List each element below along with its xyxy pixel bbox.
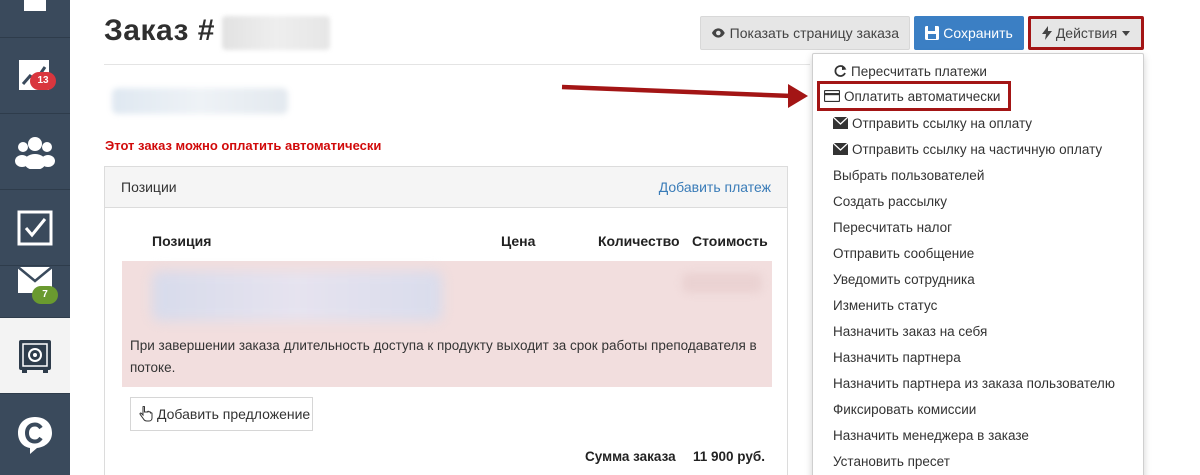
messages-badge: 7	[32, 286, 58, 304]
row-warning-note: При завершении заказа длительность досту…	[130, 338, 757, 375]
order-sum-label: Сумма заказа	[585, 449, 676, 464]
menu-item-set-preset[interactable]: Установить пресет	[833, 448, 950, 474]
menu-item-send-partial-payment-link[interactable]: Отправить ссылку на частичную оплату	[833, 136, 1102, 162]
menu-item-assign-partner[interactable]: Назначить партнера	[833, 344, 961, 370]
table-row: При завершении заказа длительность досту…	[122, 261, 772, 387]
actions-dropdown-menu: Пересчитать платежи Оплатить автоматичес…	[812, 53, 1144, 475]
column-header-cost: Стоимость	[692, 233, 768, 249]
sidebar-item-users[interactable]	[0, 114, 70, 190]
customer-info-redacted	[112, 88, 288, 114]
show-order-page-label: Показать страницу заказа	[729, 25, 899, 41]
positions-panel: Позиции Добавить платеж Позиция Цена Кол…	[104, 166, 788, 475]
panel-header: Позиции Добавить платеж	[105, 167, 787, 208]
order-number-redacted	[222, 16, 330, 50]
credit-card-icon	[824, 90, 840, 102]
menu-item-label: Отправить ссылку на частичную оплату	[852, 141, 1103, 157]
checkbox-icon	[17, 210, 53, 245]
sidebar-item-logo[interactable]	[0, 394, 70, 475]
menu-item-change-status[interactable]: Изменить статус	[833, 292, 937, 318]
save-button[interactable]: Сохранить	[914, 16, 1024, 50]
order-sum-value: 11 900 руб.	[693, 449, 765, 464]
actions-label: Действия	[1055, 25, 1118, 41]
menu-item-label: Оплатить автоматически	[844, 88, 1001, 104]
sidebar-item-documents[interactable]	[0, 0, 70, 38]
sidebar-item-reports[interactable]: 13	[0, 38, 70, 114]
add-payment-link[interactable]: Добавить платеж	[659, 179, 771, 195]
column-header-quantity: Количество	[598, 233, 680, 249]
floppy-disk-icon	[925, 26, 940, 40]
menu-item-pay-automatically[interactable]: Оплатить автоматически	[817, 81, 1012, 111]
header-divider	[104, 64, 810, 65]
position-cost-redacted	[682, 273, 762, 293]
document-icon	[24, 0, 46, 11]
menu-item-label: Пересчитать платежи	[851, 63, 987, 79]
hand-pointer-icon	[139, 406, 153, 422]
menu-item-send-message[interactable]: Отправить сообщение	[833, 240, 974, 266]
column-header-price: Цена	[501, 233, 536, 249]
menu-item-label: Отправить ссылку на оплату	[852, 115, 1033, 131]
sidebar-item-orders[interactable]	[0, 318, 70, 394]
reports-badge: 13	[30, 72, 56, 90]
page-title: Заказ #	[104, 14, 215, 47]
actions-dropdown-button[interactable]: Действия	[1028, 16, 1144, 50]
eye-icon	[711, 28, 725, 38]
menu-item-create-mailing[interactable]: Создать рассылку	[833, 188, 947, 214]
panel-title: Позиции	[121, 179, 177, 195]
position-name-redacted	[152, 271, 442, 321]
menu-item-select-users[interactable]: Выбрать пользователей	[833, 162, 984, 188]
menu-item-assign-manager[interactable]: Назначить менеджера в заказе	[833, 422, 1029, 448]
sidebar: 13 7	[0, 0, 70, 475]
menu-item-notify-employee[interactable]: Уведомить сотрудника	[833, 266, 975, 292]
sidebar-item-messages[interactable]: 7	[0, 242, 70, 318]
auto-pay-notice: Этот заказ можно оплатить автоматически	[105, 138, 382, 153]
menu-item-fix-commissions[interactable]: Фиксировать комиссии	[833, 396, 976, 422]
lightning-icon	[1041, 26, 1052, 40]
menu-item-send-payment-link[interactable]: Отправить ссылку на оплату	[833, 110, 1032, 136]
caret-down-icon	[1122, 30, 1131, 36]
menu-item-recalculate-tax[interactable]: Пересчитать налог	[833, 214, 952, 240]
column-header-position: Позиция	[152, 233, 212, 249]
envelope-icon	[833, 143, 848, 155]
add-offer-label: Добавить предложение	[157, 406, 311, 422]
users-icon	[15, 136, 55, 169]
show-order-page-button[interactable]: Показать страницу заказа	[700, 16, 910, 50]
envelope-icon	[833, 117, 848, 129]
save-label: Сохранить	[943, 25, 1013, 41]
menu-item-assign-to-self[interactable]: Назначить заказ на себя	[833, 318, 987, 344]
safe-icon	[19, 339, 51, 373]
refresh-icon	[834, 65, 847, 77]
red-arrow-annotation	[561, 84, 808, 108]
logo-icon	[18, 416, 52, 454]
menu-item-assign-partner-from-order[interactable]: Назначить партнера из заказа пользовател…	[833, 370, 1115, 396]
add-offer-button[interactable]: Добавить предложение	[130, 397, 313, 431]
